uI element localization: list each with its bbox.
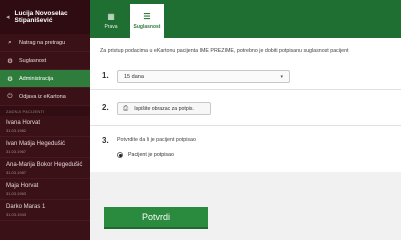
- step-number: 2.: [102, 103, 109, 112]
- user-header[interactable]: ◂ Lucija Novoselac Stipanišević: [0, 0, 90, 34]
- step-3-row: 3. Potvrdite da li je pacijent potpisao …: [90, 126, 401, 172]
- patient-item[interactable]: Ivana Horvat 31.03.1982: [0, 116, 90, 137]
- printer-icon: ⎙: [123, 104, 129, 112]
- patient-item[interactable]: Ana-Marija Bokor Hegedušić 31.03.1987: [0, 158, 90, 179]
- back-arrow-icon[interactable]: ◂: [6, 13, 10, 21]
- radio-selected-icon: [117, 152, 123, 158]
- nav-item-consent[interactable]: ⚙ Suglasnost: [0, 52, 90, 70]
- signature-question: Potvrdite da li je pacijent potpisao: [117, 137, 196, 143]
- nav-item-logout[interactable]: ⏻ Odjava iz eKartona: [0, 88, 90, 106]
- tab-bar: ▦ Prava ☰ Suglasnost: [90, 0, 401, 38]
- consent-intro-text: Za pristup podacima u eKartonu pacijenta…: [100, 48, 349, 54]
- duration-select[interactable]: 15 dana ▾: [117, 70, 290, 83]
- nav-item-search[interactable]: ⌕ Natrag na pretragu: [0, 34, 90, 52]
- patient-item[interactable]: Ivan Matija Hegedušić 31.03.1967: [0, 137, 90, 158]
- grid-icon: ▦: [107, 12, 115, 21]
- gear-icon: ⚙: [7, 57, 13, 65]
- list-icon: ☰: [143, 12, 151, 21]
- recent-patients-title: ZADNJI PACIJENTI: [0, 106, 90, 116]
- tab-rights[interactable]: ▦ Prava: [94, 4, 128, 38]
- nav-item-administration[interactable]: ⚙ Administracija: [0, 70, 90, 88]
- confirm-area: [90, 172, 401, 240]
- step-1-row: 1. 15 dana ▾: [90, 62, 401, 90]
- patient-item[interactable]: Maja Horvat 31.03.1963: [0, 179, 90, 200]
- user-name: Lucija Novoselac Stipanišević: [14, 9, 68, 25]
- step-number: 1.: [102, 71, 109, 80]
- tab-consent[interactable]: ☰ Suglasnost: [130, 4, 164, 38]
- search-icon: ⌕: [8, 38, 12, 46]
- power-icon: ⏻: [7, 92, 13, 100]
- step-2-row: 2. ⎙ Ispišite obrazac za potpis.: [90, 90, 401, 126]
- sidebar: ◂ Lucija Novoselac Stipanišević ⌕ Natrag…: [0, 0, 90, 240]
- chevron-down-icon: ▾: [280, 73, 283, 80]
- patient-item[interactable]: Darko Maras 1 31.03.1943: [0, 200, 90, 221]
- print-form-button[interactable]: ⎙ Ispišite obrazac za potpis.: [117, 102, 211, 115]
- confirm-button[interactable]: Potvrdi: [104, 207, 208, 229]
- step-number: 3.: [102, 136, 109, 145]
- gear-icon: ⚙: [7, 75, 13, 83]
- patient-signed-radio[interactable]: Pacijent je potpisao: [117, 152, 174, 158]
